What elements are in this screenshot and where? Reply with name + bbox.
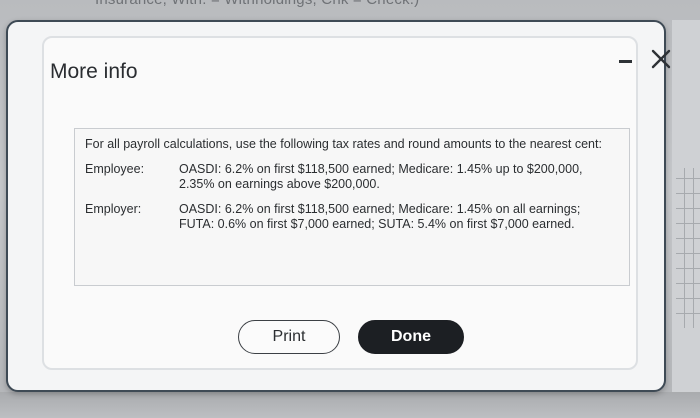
employer-row: Employer: OASDI: 6.2% on first $118,500 … — [85, 202, 619, 232]
done-button[interactable]: Done — [358, 320, 464, 354]
employer-rates-text: OASDI: 6.2% on first $118,500 earned; Me… — [179, 202, 581, 231]
minimize-icon[interactable] — [614, 50, 636, 72]
info-intro-text: For all payroll calculations, use the fo… — [85, 137, 602, 151]
employee-label: Employee: — [85, 162, 145, 176]
employer-label: Employer: — [85, 202, 142, 216]
background-spreadsheet-grid — [676, 168, 700, 328]
close-icon[interactable] — [648, 46, 674, 72]
dialog-title: More info — [50, 60, 138, 83]
tax-rates-info-box: For all payroll calculations, use the fo… — [74, 128, 630, 286]
print-button[interactable]: Print — [238, 320, 340, 354]
more-info-dialog: More info For all payroll calculations, … — [6, 20, 671, 392]
employee-row: Employee: OASDI: 6.2% on first $118,500 … — [85, 162, 619, 192]
employee-rates-text: OASDI: 6.2% on first $118,500 earned; Me… — [179, 162, 583, 191]
background-partial-text: Insurance, With. = Withholdings, Chk = C… — [95, 0, 419, 8]
background-bottom — [0, 392, 700, 418]
